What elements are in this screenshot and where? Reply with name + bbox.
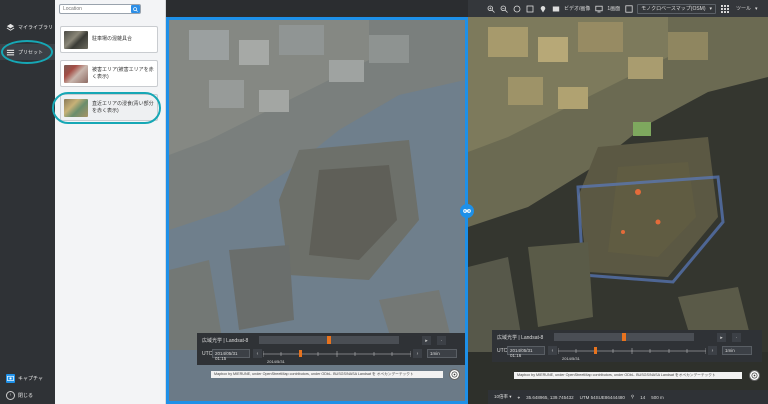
circle-icon	[513, 5, 520, 12]
timeline-date-label: 2014/5/31	[267, 359, 285, 364]
map-view-right[interactable]: 広域光学 | Landsat-8 ▸ · UTC 2014/05/31 01:1…	[468, 17, 768, 404]
basemap-select[interactable]: モノクロベースマップ(OSM) ▾	[637, 3, 717, 14]
apps-grid-icon	[720, 4, 729, 13]
zoom-out-icon	[500, 5, 508, 13]
time-scale[interactable]	[263, 348, 411, 358]
timeline-marker[interactable]	[327, 336, 331, 344]
zoom-out-button[interactable]	[499, 4, 508, 13]
screen-label[interactable]: 1画面	[607, 5, 620, 12]
time-scale[interactable]	[558, 345, 706, 355]
zoom-value: 10倍率	[494, 394, 509, 399]
coordinates-value: 35.648965, 139.745432	[526, 394, 574, 400]
preset-card-damage-area[interactable]: 被害エリア(被害エリアを赤く表示)	[60, 60, 158, 87]
preset-thumbnail	[64, 98, 88, 117]
timeline-marker[interactable]	[622, 333, 626, 341]
preset-label: 直近エリアの浸食(青い部分を赤く表示)	[92, 100, 154, 114]
preset-card-parking[interactable]: 駐車場の混雑具合	[60, 26, 158, 53]
info-button-right[interactable]	[749, 370, 760, 381]
left-rail: マイライブラリ プリセット キャプチャ ‹ 閉じる	[0, 0, 55, 404]
list-icon	[6, 49, 15, 55]
video-icon	[552, 6, 559, 11]
rail-my-layers-label: マイライブラリ	[18, 24, 54, 31]
scale-value: 500 m	[651, 394, 664, 400]
utm-value: UTM 54SUE86444480	[579, 394, 625, 400]
next-button[interactable]: ›	[413, 349, 422, 358]
rail-my-layers[interactable]: マイライブラリ	[0, 18, 55, 36]
media-button[interactable]	[551, 4, 560, 13]
preset-thumbnail	[64, 64, 88, 83]
play-button[interactable]: ▸	[422, 336, 431, 345]
screen-mode-button[interactable]	[594, 4, 603, 13]
map-attribution-right: Mapbox by MIERUNE, under OpenStreetMap c…	[514, 372, 742, 379]
split-view-handle[interactable]	[460, 204, 474, 218]
pin-icon	[540, 5, 545, 12]
preset-thumbnail	[64, 30, 88, 49]
grid-icon	[625, 4, 633, 13]
preset-panel: 駐車場の混雑具合 被害エリア(被害エリアを赤く表示) 直近エリアの浸食(青い部分…	[52, 0, 166, 404]
next-button[interactable]: ›	[708, 346, 717, 355]
coordinates-icon: ⌖	[517, 394, 521, 400]
chevron-down-icon: ▾	[755, 5, 758, 12]
prev-button[interactable]: ‹	[253, 349, 262, 358]
map-view-left[interactable]: 広域光学 | Landsat-8 ▸ · UTC 2014/05/31 01:1…	[166, 17, 468, 404]
app-window: マイライブラリ プリセット キャプチャ ‹ 閉じる 駐車場の混雑具合	[0, 0, 768, 404]
layers-icon	[6, 23, 15, 31]
rectangle-tool-button[interactable]	[525, 4, 534, 13]
zoom-select[interactable]: 10倍率 ▾	[494, 394, 512, 400]
camera-icon	[6, 373, 15, 383]
help-icon	[751, 372, 758, 379]
link-icon	[463, 209, 471, 213]
timeline-title: 広域光学 | Landsat-8	[202, 338, 249, 344]
monitor-icon	[595, 5, 603, 12]
preset-label: 駐車場の混雑具合	[92, 36, 133, 42]
step-select[interactable]: 1min	[722, 346, 752, 355]
map-attribution-left: Mapbox by MIERUNE, under OpenStreetMap c…	[211, 371, 443, 378]
rectangle-icon	[526, 5, 533, 12]
magnifier-icon: ⚲	[630, 394, 635, 399]
search-icon	[133, 6, 138, 12]
help-icon	[451, 371, 458, 378]
status-bar: 10倍率 ▾ ⌖ 35.648965, 139.745432 UTM 54SUE…	[488, 390, 768, 404]
play-button[interactable]: ▸	[717, 333, 726, 342]
timeline-panel-left: 広域光学 | Landsat-8 ▸ · UTC 2014/05/31 01:1…	[197, 333, 465, 365]
rail-preset[interactable]: プリセット	[0, 44, 55, 60]
tools-menu[interactable]: ツール ▾	[733, 4, 761, 14]
preset-label: 被害エリア(被害エリアを赤く表示)	[92, 66, 154, 80]
location-search-input[interactable]	[59, 4, 141, 14]
zoom-level-value: 14	[640, 394, 646, 400]
rail-capture-label: キャプチャ	[18, 375, 43, 382]
zoom-in-button[interactable]	[486, 4, 495, 13]
top-toolbar: ビデオ/画像 1画面 モノクロベースマップ(OSM) ▾ ツール ▾	[468, 0, 768, 17]
utc-label: UTC	[497, 348, 508, 354]
rail-close-label: 閉じる	[18, 392, 34, 399]
zoom-in-icon	[487, 5, 495, 13]
datetime-field[interactable]: 2014/05/31 01:16	[507, 346, 545, 358]
apps-button[interactable]	[720, 4, 729, 13]
timeline-option-button[interactable]: ·	[732, 333, 741, 342]
info-button-left[interactable]	[449, 369, 460, 380]
grid-view-button[interactable]	[624, 4, 633, 13]
timeline-date-label: 2014/5/31	[562, 356, 580, 361]
rail-capture[interactable]: キャプチャ	[0, 370, 55, 386]
tools-menu-label: ツール	[736, 6, 752, 12]
datetime-field[interactable]: 2014/05/31 01:15	[212, 349, 250, 361]
search-button[interactable]	[131, 5, 140, 13]
timeline-title: 広域光学 | Landsat-8	[497, 335, 544, 341]
media-label[interactable]: ビデオ/画像	[564, 5, 590, 12]
circle-tool-button[interactable]	[512, 4, 521, 13]
basemap-select-label: モノクロベースマップ(OSM)	[641, 6, 706, 12]
chevron-down-icon: ▾	[709, 5, 713, 12]
location-button[interactable]	[538, 4, 547, 13]
rail-close[interactable]: ‹ 閉じる	[0, 388, 55, 402]
step-select[interactable]: 1min	[427, 349, 457, 358]
preset-card-erosion[interactable]: 直近エリアの浸食(青い部分を赤く表示)	[60, 94, 158, 121]
utc-label: UTC	[202, 351, 213, 357]
collapse-icon: ‹	[6, 390, 15, 400]
prev-button[interactable]: ‹	[548, 346, 557, 355]
timeline-panel-right: 広域光学 | Landsat-8 ▸ · UTC 2014/05/31 01:1…	[492, 330, 762, 362]
rail-preset-label: プリセット	[18, 49, 44, 56]
timeline-option-button[interactable]: ·	[437, 336, 446, 345]
